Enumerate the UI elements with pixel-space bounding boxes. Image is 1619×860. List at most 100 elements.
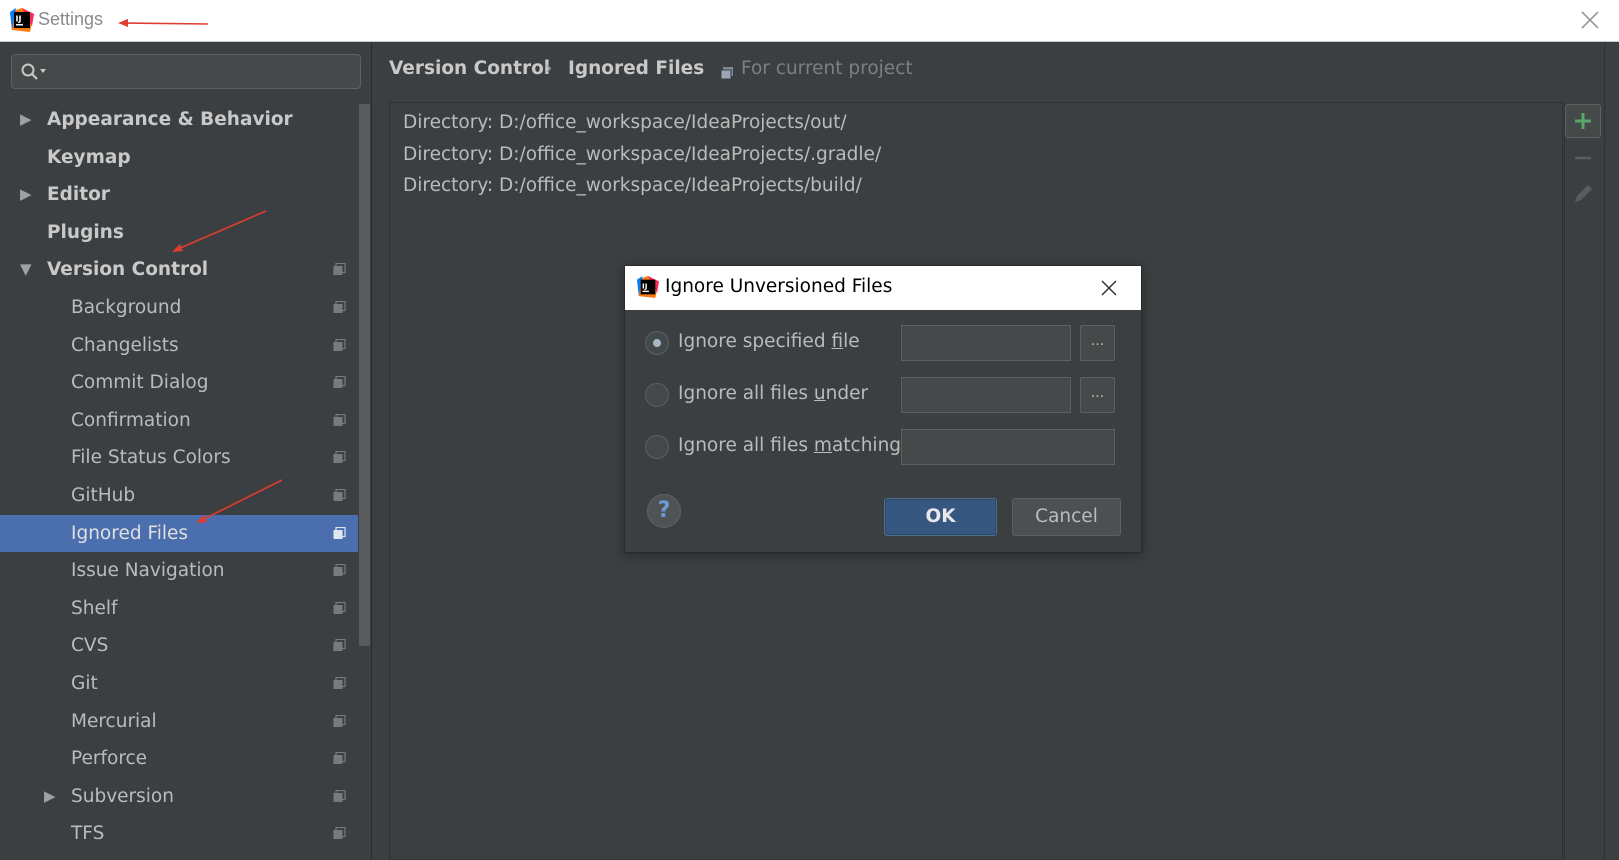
sidebar-item-label: Plugins — [47, 221, 124, 243]
sidebar-item-label: Editor — [47, 184, 110, 206]
project-level-icon — [333, 601, 346, 614]
sidebar-item-tfs[interactable]: TFS — [0, 815, 358, 853]
intellij-logo-icon: IJ — [10, 8, 34, 32]
settings-tree: ▶ Appearance & Behavior Keymap ▶ Editor Plugi… — [0, 101, 358, 853]
browse-button[interactable]: ... — [1080, 377, 1115, 413]
expand-right-arrow-icon[interactable]: ▶ — [20, 101, 32, 139]
ignore-option-label-part: m — [813, 435, 832, 456]
sidebar-item-plugins[interactable]: Plugins — [0, 214, 358, 252]
ignore-option-label[interactable]: Ignore all files under — [678, 383, 868, 404]
ignore-option-input[interactable] — [901, 429, 1115, 465]
window-title: Settings — [38, 9, 104, 29]
search-icon[interactable] — [21, 63, 49, 81]
ok-button[interactable]: OK — [884, 498, 997, 536]
ignored-entry[interactable]: Directory: D:/office_workspace/IdeaProje… — [403, 170, 881, 202]
sidebar-item-issue-navigation[interactable]: Issue Navigation — [0, 552, 358, 590]
plus-icon — [1575, 113, 1591, 129]
sidebar-item-label: Issue Navigation — [71, 560, 225, 582]
window-right-edge — [1604, 42, 1619, 860]
sidebar-item-label: Ignored Files — [71, 522, 189, 544]
ignore-option-label-part: u — [813, 383, 826, 404]
dialog-title: Ignore Unversioned Files — [665, 276, 893, 297]
ignore-option-label-part: Ignore specified — [678, 331, 832, 352]
project-level-icon — [333, 526, 346, 539]
cancel-button[interactable]: Cancel — [1012, 498, 1121, 536]
expand-right-arrow-icon[interactable]: ▶ — [20, 176, 32, 214]
sidebar-item-keymap[interactable]: Keymap — [0, 139, 358, 177]
sidebar-item-shelf[interactable]: Shelf — [0, 590, 358, 628]
sidebar-item-label: Version Control — [47, 259, 209, 281]
sidebar-item-commit-dialog[interactable]: Commit Dialog — [0, 364, 358, 402]
breadcrumb-parent: Version Control — [389, 58, 551, 79]
ignore-option-label-part: atching — [831, 435, 902, 456]
intellij-logo-icon: IJ — [637, 276, 659, 298]
sidebar-item-cvs[interactable]: CVS — [0, 627, 358, 665]
ignore-option-row: Ignore specified file... — [645, 325, 1125, 361]
edit-entry-button[interactable] — [1565, 178, 1601, 212]
sidebar-item-perforce[interactable]: Perforce — [0, 740, 358, 778]
project-level-icon — [333, 300, 346, 313]
settings-sidebar: ▶ Appearance & Behavior Keymap ▶ Editor Plugi… — [0, 42, 372, 860]
project-level-icon — [333, 676, 346, 689]
expand-down-arrow-icon[interactable]: ▼ — [20, 251, 32, 289]
sidebar-item-background[interactable]: Background — [0, 289, 358, 327]
sidebar-item-label: Perforce — [71, 748, 148, 770]
ignore-option-label-part: Ignore all files — [678, 383, 814, 404]
ignored-entry[interactable]: Directory: D:/office_workspace/IdeaProje… — [403, 107, 881, 139]
search-input[interactable] — [52, 59, 352, 84]
sidebar-item-label: Keymap — [47, 146, 131, 168]
pencil-icon — [1575, 185, 1592, 202]
sidebar-scrollbar[interactable] — [359, 104, 370, 646]
sidebar-item-subversion[interactable]: ▶ Subversion — [0, 778, 358, 816]
sidebar-item-label: Subversion — [71, 785, 174, 807]
sidebar-item-confirmation[interactable]: Confirmation — [0, 402, 358, 440]
project-level-icon — [333, 451, 346, 464]
sidebar-item-label: Confirmation — [71, 409, 191, 431]
ignored-entry[interactable]: Directory: D:/office_workspace/IdeaProje… — [403, 139, 881, 171]
ignore-option-radio[interactable] — [645, 383, 669, 407]
sidebar-item-label: CVS — [71, 635, 109, 657]
ignore-option-radio[interactable] — [645, 331, 669, 355]
sidebar-item-label: Shelf — [71, 597, 118, 619]
sidebar-divider — [371, 42, 372, 860]
sidebar-item-appearance-and-behavior[interactable]: ▶ Appearance & Behavior — [0, 101, 358, 139]
sidebar-item-label: GitHub — [71, 484, 136, 506]
sidebar-item-label: Appearance & Behavior — [47, 109, 293, 130]
ignore-option-radio[interactable] — [645, 435, 669, 459]
window-close-icon[interactable] — [1579, 9, 1601, 31]
project-level-icon — [333, 564, 346, 577]
breadcrumb-current: Ignored Files — [568, 58, 705, 79]
ignore-option-input[interactable] — [901, 377, 1071, 413]
expand-right-arrow-icon[interactable]: ▶ — [44, 778, 56, 816]
sidebar-item-file-status-colors[interactable]: File Status Colors — [0, 439, 358, 477]
add-entry-button[interactable] — [1565, 104, 1601, 138]
ignore-option-label[interactable]: Ignore all files matching — [678, 435, 901, 456]
sidebar-item-editor[interactable]: ▶ Editor — [0, 176, 358, 214]
sidebar-item-git[interactable]: Git — [0, 665, 358, 703]
sidebar-item-github[interactable]: GitHub — [0, 477, 358, 515]
svg-text:IJ: IJ — [642, 281, 648, 290]
project-level-icon — [333, 376, 346, 389]
ignore-option-row: Ignore all files under... — [645, 377, 1125, 413]
sidebar-item-label: Changelists — [71, 334, 179, 356]
sidebar-item-label: File Status Colors — [71, 447, 231, 469]
ignore-option-label-part: nder — [825, 383, 869, 404]
sidebar-item-label: Mercurial — [71, 710, 157, 732]
ignore-option-label[interactable]: Ignore specified file — [678, 331, 860, 352]
project-level-icon — [333, 413, 346, 426]
ignore-option-input[interactable] — [901, 325, 1071, 361]
sidebar-item-changelists[interactable]: Changelists — [0, 327, 358, 365]
sidebar-item-ignored-files[interactable]: Ignored Files — [0, 514, 358, 553]
project-level-icon — [333, 789, 346, 802]
settings-search-box[interactable] — [11, 54, 361, 89]
browse-button[interactable]: ... — [1080, 325, 1115, 361]
sidebar-item-version-control[interactable]: ▼ Version Control — [0, 251, 358, 289]
dialog-close-icon[interactable] — [1099, 278, 1119, 298]
window-title-bar: IJ Settings — [0, 0, 1619, 42]
remove-entry-button[interactable] — [1565, 142, 1601, 176]
help-button[interactable]: ? — [647, 494, 681, 528]
project-level-icon — [333, 714, 346, 727]
ignore-option-label-part: f — [831, 331, 844, 352]
project-level-icon — [333, 752, 346, 765]
sidebar-item-mercurial[interactable]: Mercurial — [0, 703, 358, 741]
